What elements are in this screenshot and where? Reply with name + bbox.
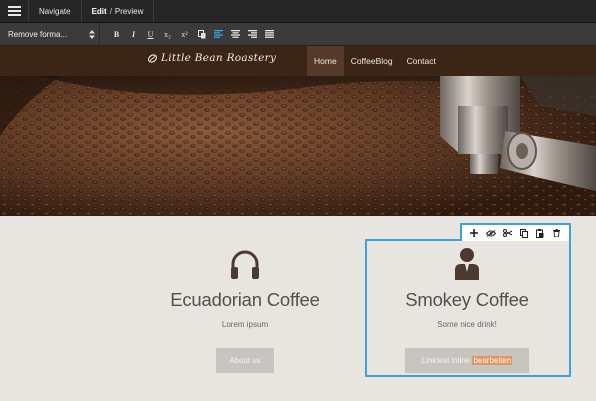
- format-select-value: Remove forma...: [8, 29, 68, 39]
- paste-icon: [536, 228, 544, 238]
- element-toolbar: [460, 223, 571, 241]
- visibility-button[interactable]: [485, 227, 497, 239]
- subscript-button[interactable]: x₂: [159, 23, 176, 46]
- bold-icon: B: [113, 29, 120, 39]
- nav-contact[interactable]: Contact: [400, 46, 443, 76]
- nav-coffeeblog[interactable]: CoffeeBlog: [344, 46, 400, 76]
- copy-button[interactable]: [518, 227, 530, 239]
- align-left-icon: [214, 30, 223, 38]
- underline-button[interactable]: U: [142, 23, 159, 46]
- align-left-button[interactable]: [210, 23, 227, 46]
- superscript-icon: x²: [181, 29, 188, 39]
- headphones-icon: [231, 250, 259, 279]
- card-subtitle: Lorem ipsum: [221, 320, 269, 329]
- align-right-icon: [248, 30, 257, 38]
- tab-navigate-label: Navigate: [39, 6, 71, 16]
- align-center-button[interactable]: [227, 23, 244, 46]
- about-us-button[interactable]: About us: [216, 348, 274, 373]
- italic-icon: I: [131, 29, 136, 39]
- add-icon: [470, 229, 479, 237]
- align-center-icon: [231, 30, 240, 38]
- selection-frame: [365, 239, 571, 377]
- editor-top-bar: Navigate Edit / Preview: [0, 0, 596, 23]
- delete-button[interactable]: [551, 227, 563, 239]
- feature-card: Ecuadorian Coffee Lorem ipsum About us: [145, 216, 345, 401]
- tab-preview-label: Preview: [114, 6, 144, 16]
- visibility-icon: [485, 229, 496, 237]
- about-us-button-label: About us: [229, 356, 261, 365]
- align-justify-button[interactable]: [261, 23, 278, 46]
- site-logo-text: Little Bean Roastery: [161, 52, 277, 64]
- tab-edit-label: Edit: [91, 6, 107, 16]
- bold-button[interactable]: B: [108, 23, 125, 46]
- superscript-button[interactable]: x²: [176, 23, 193, 46]
- format-toolbar: Remove forma... B I U x₂ x²: [0, 22, 596, 46]
- cut-icon: [502, 229, 512, 237]
- site-header: Little Bean Roastery Home CoffeeBlog Con…: [0, 46, 596, 76]
- up-down-arrows-icon: [85, 29, 99, 39]
- menu-button[interactable]: [0, 0, 29, 22]
- align-right-button[interactable]: [244, 23, 261, 46]
- clear-format-button[interactable]: [193, 23, 210, 46]
- coffee-bean-icon: [147, 53, 158, 63]
- clear-format-icon: [197, 29, 205, 38]
- underline-icon: U: [147, 29, 154, 39]
- tab-edit-preview[interactable]: Edit / Preview: [82, 0, 155, 22]
- add-button[interactable]: [468, 227, 480, 239]
- italic-button[interactable]: I: [125, 23, 142, 46]
- tab-navigate[interactable]: Navigate: [29, 0, 82, 22]
- paste-button[interactable]: [534, 227, 546, 239]
- trash-icon: [553, 229, 561, 237]
- cut-button[interactable]: [501, 227, 513, 239]
- card-title: Ecuadorian Coffee: [170, 289, 320, 310]
- hero-image: [0, 76, 596, 216]
- tab-separator: /: [109, 6, 112, 16]
- nav-home[interactable]: Home: [307, 46, 344, 76]
- hamburger-icon: [7, 6, 21, 16]
- copy-icon: [519, 228, 528, 238]
- align-justify-icon: [265, 30, 274, 38]
- site-logo[interactable]: Little Bean Roastery: [147, 52, 276, 64]
- format-select[interactable]: Remove forma...: [0, 22, 100, 46]
- site-nav: Home CoffeeBlog Contact: [307, 46, 443, 76]
- subscript-icon: x₂: [164, 29, 171, 39]
